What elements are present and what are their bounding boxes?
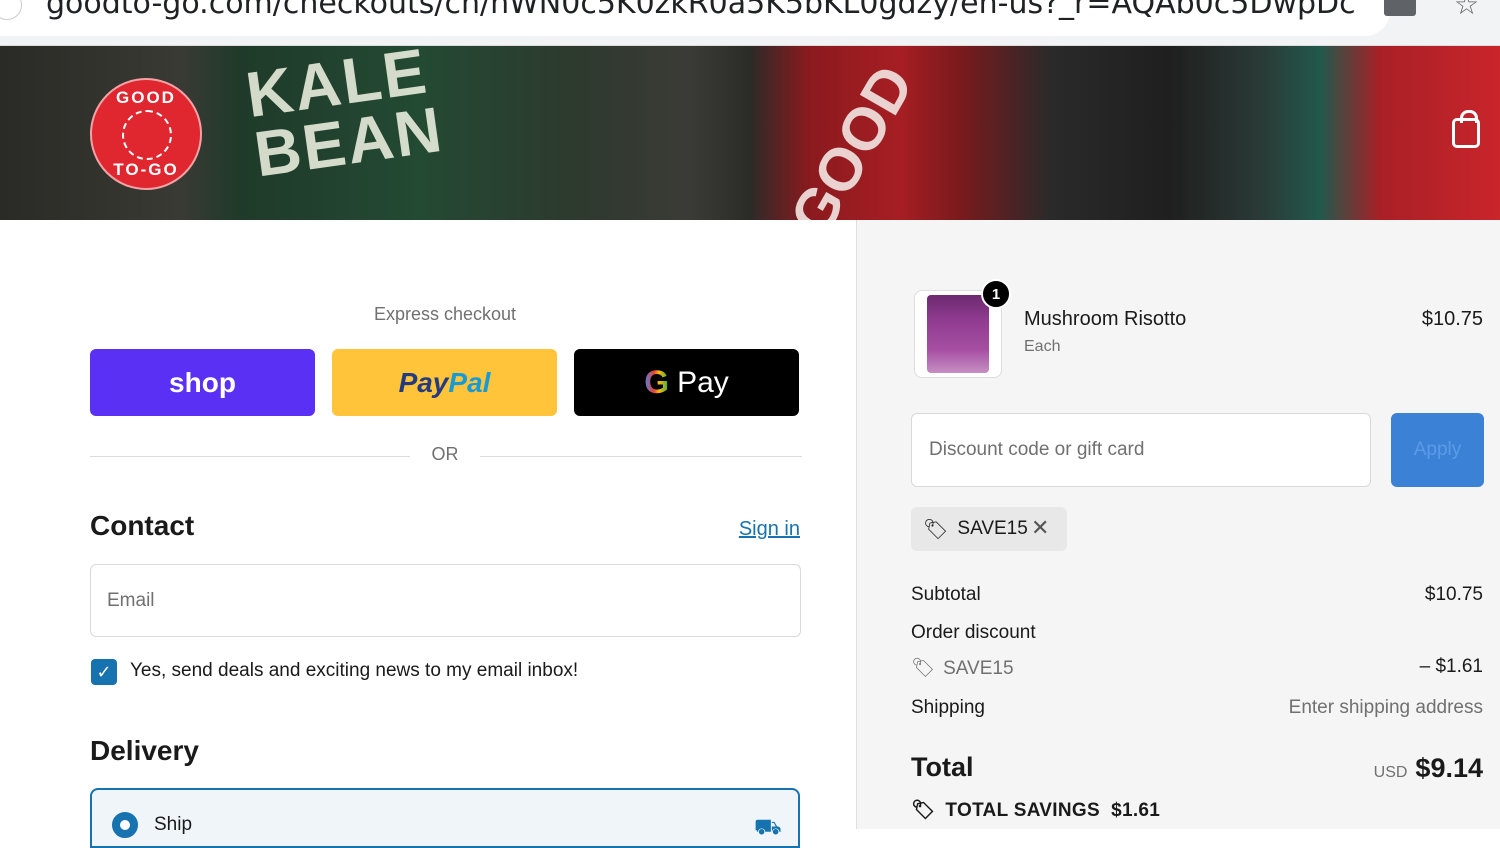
express-checkout-label: Express checkout xyxy=(373,304,517,324)
sign-in-link[interactable]: Sign in xyxy=(700,518,800,541)
discount-code-label: SAVE15 xyxy=(943,658,1014,679)
product-variant: Each xyxy=(1024,338,1061,355)
ship-option[interactable]: Ship ⛟ xyxy=(90,788,800,848)
order-discount-label: Order discount xyxy=(911,622,1036,643)
email-field[interactable] xyxy=(90,564,801,637)
subtotal-label: Subtotal xyxy=(911,584,981,605)
bookmark-star-icon[interactable]: ☆ xyxy=(1454,0,1479,21)
total-savings: 🏷 TOTAL SAVINGS $1.61 xyxy=(911,798,1160,822)
shopping-bag-icon[interactable] xyxy=(1452,110,1480,148)
savings-label: TOTAL SAVINGS xyxy=(945,800,1100,821)
tag-icon: 🏷 xyxy=(923,518,949,541)
google-g-icon: G xyxy=(644,364,670,400)
header-banner: KALE BEAN GOOD GOOD TO-GO xyxy=(0,46,1500,220)
discount-value: – $1.61 xyxy=(1419,656,1483,677)
shop-pay-button[interactable]: shop xyxy=(90,349,315,416)
discount-code-field[interactable] xyxy=(911,413,1371,487)
quantity-badge: 1 xyxy=(981,279,1011,309)
logo-bottom-text: TO-GO xyxy=(113,160,179,179)
logo-map-icon xyxy=(122,110,172,160)
google-pay-label: Pay xyxy=(677,365,729,399)
marketing-checkbox-label: Yes, send deals and exciting news to my … xyxy=(130,660,579,681)
banner-photo-decoration: KALE BEAN xyxy=(241,46,448,191)
applied-discount-chip: 🏷 SAVE15 ✕ xyxy=(911,507,1067,551)
logo-top-text: GOOD xyxy=(116,88,176,107)
remove-discount-icon[interactable]: ✕ xyxy=(1031,515,1049,541)
total-amount: $9.14 xyxy=(1415,753,1483,783)
or-divider: OR xyxy=(90,444,802,468)
delivery-heading: Delivery xyxy=(90,735,199,766)
url-text[interactable]: goodto-go.com/checkouts/cn/hWN0c5K0zkR0a… xyxy=(46,0,1356,21)
subtotal-value: $10.75 xyxy=(1424,584,1483,605)
browser-toolbar: goodto-go.com/checkouts/cn/hWN0c5K0zkR0a… xyxy=(0,0,1500,46)
savings-value: $1.61 xyxy=(1111,800,1161,821)
translate-icon[interactable] xyxy=(1384,0,1416,16)
or-label: OR xyxy=(431,444,459,464)
order-summary: 1 Mushroom Risotto Each $10.75 Apply 🏷 S… xyxy=(856,220,1500,829)
ship-option-label: Ship xyxy=(154,814,193,835)
checkout-form: Express checkout shop Pay Pal G Pay OR Co… xyxy=(0,220,856,848)
product-price: $10.75 xyxy=(1421,308,1483,330)
paypal-button[interactable]: Pay Pal xyxy=(332,349,557,416)
google-pay-button[interactable]: G Pay xyxy=(574,349,799,416)
paypal-logo-part2: Pal xyxy=(448,366,491,398)
ship-radio[interactable] xyxy=(112,812,138,838)
store-logo[interactable]: GOOD TO-GO xyxy=(90,78,202,190)
tag-icon: 🏷 xyxy=(911,658,936,679)
total-currency: USD xyxy=(1373,764,1408,781)
contact-heading: Contact xyxy=(90,510,195,541)
discount-code-row: 🏷 SAVE15 xyxy=(911,656,1014,680)
apply-discount-button[interactable]: Apply xyxy=(1391,413,1484,487)
tag-icon: 🏷 xyxy=(911,800,936,821)
banner-photo-decoration-2: GOOD xyxy=(776,54,927,220)
paypal-logo-part1: Pay xyxy=(398,366,449,398)
shipping-value: Enter shipping address xyxy=(1288,697,1483,718)
total-label: Total xyxy=(911,752,974,782)
shipping-label: Shipping xyxy=(911,697,985,718)
marketing-checkbox[interactable]: ✓ xyxy=(91,659,117,685)
shop-pay-label: shop xyxy=(169,366,236,398)
product-image xyxy=(927,295,989,373)
product-name: Mushroom Risotto xyxy=(1024,308,1187,330)
total-value: USD $9.14 xyxy=(1277,753,1483,784)
applied-code-label: SAVE15 xyxy=(957,518,1028,539)
